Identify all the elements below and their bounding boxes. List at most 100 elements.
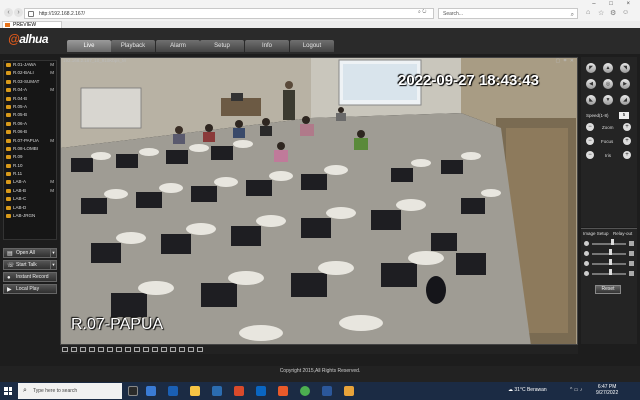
local-play-button[interactable]: ▶ Local Play bbox=[3, 284, 57, 294]
layout-25-icon[interactable] bbox=[134, 347, 140, 352]
live-video[interactable]: 192.168.2.167_10_910Kbps_M ▢ ⌗ ✕ 2022-09… bbox=[60, 57, 578, 345]
iris-close-icon[interactable]: − bbox=[586, 151, 594, 159]
tab-playback[interactable]: Playback bbox=[111, 40, 155, 52]
ie-icon[interactable] bbox=[168, 386, 178, 396]
zoom-in-button-icon[interactable]: + bbox=[623, 123, 631, 131]
camera-list-item[interactable]: R.07-PAPUA M bbox=[4, 137, 56, 145]
ptz-down-right-icon[interactable]: ◢ bbox=[620, 95, 630, 105]
slider-knob[interactable] bbox=[610, 239, 614, 245]
tab-live[interactable]: Live bbox=[67, 40, 111, 52]
instant-record-button[interactable]: ● Instant Record bbox=[3, 272, 57, 282]
record-toggle-icon[interactable] bbox=[170, 347, 176, 352]
camera-list[interactable]: R.01-JAWA M R.02-BALI M R.03-SUMAT R.04-A M R.0… bbox=[3, 60, 57, 240]
iris-open-icon[interactable]: + bbox=[623, 151, 631, 159]
tab-logout[interactable]: Logout bbox=[290, 40, 334, 52]
word-icon[interactable] bbox=[322, 386, 332, 396]
layout-9-icon[interactable] bbox=[98, 347, 104, 352]
weather-widget[interactable]: ☁ 31°C Berawan bbox=[508, 387, 547, 393]
favorites-icon[interactable]: ☆ bbox=[598, 9, 604, 17]
reset-button[interactable]: Reset bbox=[595, 285, 621, 294]
tab-setup[interactable]: Setup bbox=[200, 40, 244, 52]
settings-icon[interactable]: ⚙ bbox=[610, 9, 616, 17]
firefox-icon[interactable] bbox=[278, 386, 288, 396]
ptz-up-icon[interactable]: ▲ bbox=[603, 63, 613, 73]
taskbar-clock[interactable]: 6:47 PM 9/27/2022 bbox=[596, 384, 618, 396]
hue-slider[interactable] bbox=[584, 269, 634, 277]
camera-list-item[interactable]: LAB-JRGN bbox=[4, 212, 56, 220]
task-view-icon[interactable] bbox=[128, 386, 138, 396]
taskbar-search-input[interactable]: ⌕ Type here to search bbox=[18, 383, 122, 399]
layout-1-icon[interactable] bbox=[62, 347, 68, 352]
ptz-speed-select[interactable]: 5 bbox=[619, 112, 629, 119]
ptz-down-left-icon[interactable]: ◣ bbox=[586, 95, 596, 105]
camera-list-item[interactable]: R.09 bbox=[4, 153, 56, 161]
camera-list-item[interactable]: R.05-B bbox=[4, 111, 56, 119]
zoom-in-icon[interactable] bbox=[197, 347, 203, 352]
camera-list-item[interactable]: R.04-A M bbox=[4, 86, 56, 94]
layout-20-icon[interactable] bbox=[125, 347, 131, 352]
system-tray-icons[interactable]: ^ ▭ ♪ bbox=[570, 387, 582, 393]
layout-4-icon[interactable] bbox=[71, 347, 77, 352]
office-icon[interactable] bbox=[234, 386, 244, 396]
layout-13-icon[interactable] bbox=[107, 347, 113, 352]
back-icon[interactable]: ‹ bbox=[4, 8, 13, 17]
contrast-slider[interactable] bbox=[584, 249, 634, 257]
focus-near-icon[interactable]: − bbox=[586, 137, 594, 145]
chrome-icon[interactable] bbox=[300, 386, 310, 396]
camera-list-item[interactable]: R.03-SUMAT bbox=[4, 78, 56, 86]
snapshot-icon[interactable] bbox=[161, 347, 167, 352]
window-controls[interactable]: – □ × bbox=[592, 1, 636, 7]
layout-8-icon[interactable] bbox=[89, 347, 95, 352]
refresh-icon[interactable]: ⌕ ↻ bbox=[418, 9, 426, 15]
ptz-center-icon[interactable]: ◎ bbox=[603, 79, 613, 89]
store-icon[interactable] bbox=[212, 386, 222, 396]
ptz-down-icon[interactable]: ▼ bbox=[603, 95, 613, 105]
search-icon[interactable]: ⌕ bbox=[571, 10, 574, 20]
media-player-icon[interactable] bbox=[344, 386, 354, 396]
home-icon[interactable]: ⌂ bbox=[586, 9, 590, 16]
relay-out-label[interactable]: Relay-out bbox=[613, 231, 632, 236]
camera-list-item[interactable]: R.10 bbox=[4, 162, 56, 170]
close-all-icon[interactable] bbox=[188, 347, 194, 352]
ptz-up-right-icon[interactable]: ◥ bbox=[620, 63, 630, 73]
ptz-right-icon[interactable]: ▶ bbox=[620, 79, 630, 89]
search-input[interactable]: Search... ⌕ bbox=[438, 8, 578, 19]
ptz-up-left-icon[interactable]: ◤ bbox=[586, 63, 596, 73]
tab-info[interactable]: Info bbox=[245, 40, 289, 52]
layout-6-icon[interactable] bbox=[80, 347, 86, 352]
mail-icon[interactable] bbox=[256, 386, 266, 396]
dropdown-arrow-icon[interactable]: ▼ bbox=[50, 249, 56, 257]
open-all-button[interactable]: ▤ Open All ▼ bbox=[3, 248, 57, 258]
browser-tab[interactable]: PREVIEW bbox=[2, 21, 62, 28]
start-talk-button[interactable]: ☏ Start Talk ▼ bbox=[3, 260, 57, 270]
audio-icon[interactable] bbox=[179, 347, 185, 352]
zoom-out-icon[interactable]: − bbox=[586, 123, 594, 131]
layout-16-icon[interactable] bbox=[116, 347, 122, 352]
focus-far-icon[interactable]: + bbox=[623, 137, 631, 145]
brightness-slider[interactable] bbox=[584, 239, 634, 247]
camera-list-item[interactable]: R.06-A bbox=[4, 120, 56, 128]
video-tools-icon[interactable]: ▢ ⌗ ✕ bbox=[555, 58, 575, 64]
fullscreen-icon[interactable] bbox=[152, 347, 158, 352]
camera-list-item[interactable]: LAB-B M bbox=[4, 187, 56, 195]
camera-list-item[interactable]: R.02-BALI M bbox=[4, 69, 56, 77]
camera-list-item[interactable]: R.04-B bbox=[4, 95, 56, 103]
smiley-icon[interactable]: ☺ bbox=[622, 9, 629, 16]
camera-list-item[interactable]: R.01-JAWA M bbox=[4, 61, 56, 69]
slider-knob[interactable] bbox=[609, 249, 612, 255]
address-bar[interactable]: http://192.168.2.167/ bbox=[24, 8, 434, 19]
dropdown-arrow-icon[interactable]: ▼ bbox=[50, 261, 56, 269]
slider-knob[interactable] bbox=[609, 269, 612, 275]
slider-knob[interactable] bbox=[609, 259, 612, 265]
camera-list-item[interactable]: LAB-D bbox=[4, 204, 56, 212]
camera-list-item[interactable]: LAB-C bbox=[4, 195, 56, 203]
windows-start-icon[interactable] bbox=[4, 387, 12, 395]
ptz-left-icon[interactable]: ◀ bbox=[586, 79, 596, 89]
layout-36-icon[interactable] bbox=[143, 347, 149, 352]
saturation-slider[interactable] bbox=[584, 259, 634, 267]
camera-list-item[interactable]: R.05-A bbox=[4, 103, 56, 111]
forward-icon[interactable]: › bbox=[14, 8, 23, 17]
edge-icon[interactable] bbox=[146, 386, 156, 396]
camera-list-item[interactable]: R.06-B bbox=[4, 128, 56, 136]
camera-list-item[interactable]: R.08-LOMBI bbox=[4, 145, 56, 153]
